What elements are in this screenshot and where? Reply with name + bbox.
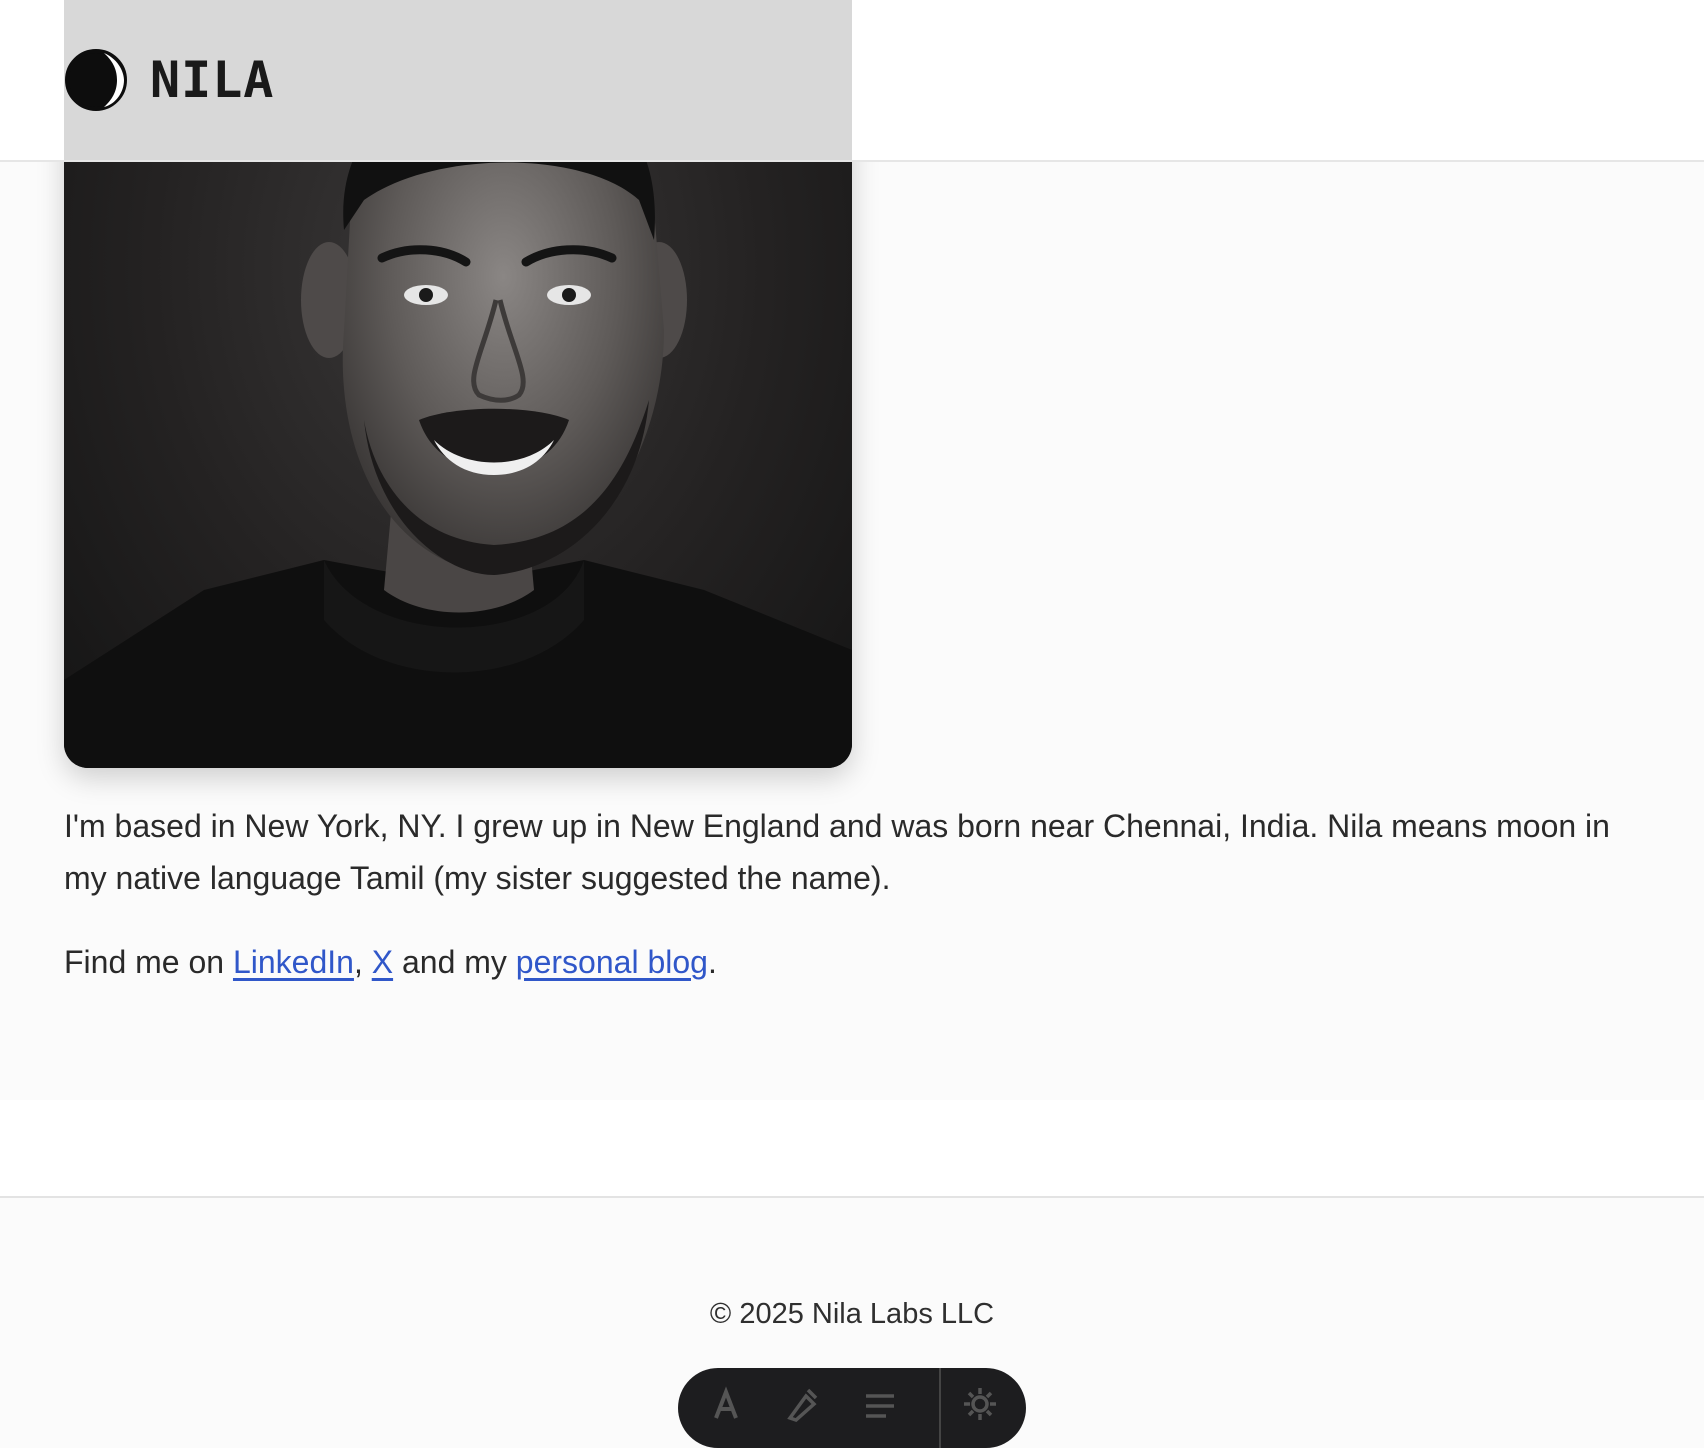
find-me-text: Find me on — [64, 944, 233, 980]
x-link[interactable]: X — [372, 944, 393, 980]
footer-divider — [0, 1196, 1704, 1198]
linkedin-link[interactable]: LinkedIn — [233, 944, 354, 980]
font-icon[interactable] — [708, 1386, 744, 1422]
highlighter-icon[interactable] — [784, 1386, 820, 1422]
gear-icon[interactable] — [962, 1386, 998, 1422]
social-links-paragraph: Find me on LinkedIn, X and my personal b… — [64, 936, 1644, 988]
bio-paragraph: I'm based in New York, NY. I grew up in … — [64, 808, 1610, 896]
comma-text: , — [353, 944, 372, 980]
toolbar-separator — [939, 1368, 941, 1448]
site-logo[interactable]: NILA — [64, 47, 274, 113]
period-text: . — [707, 944, 717, 980]
crescent-moon-icon — [65, 49, 127, 111]
copyright-text: © 2025 Nila Labs LLC — [709, 1298, 995, 1330]
logo-text: NILA — [150, 51, 275, 109]
spacer-band — [0, 1100, 1704, 1196]
floating-toolbar — [678, 1368, 1026, 1448]
and-my-text: and my — [393, 944, 516, 980]
personal-blog-link[interactable]: personal blog — [516, 944, 708, 980]
lines-icon[interactable] — [862, 1386, 898, 1422]
about-section: I'm based in New York, NY. I grew up in … — [64, 800, 1644, 988]
